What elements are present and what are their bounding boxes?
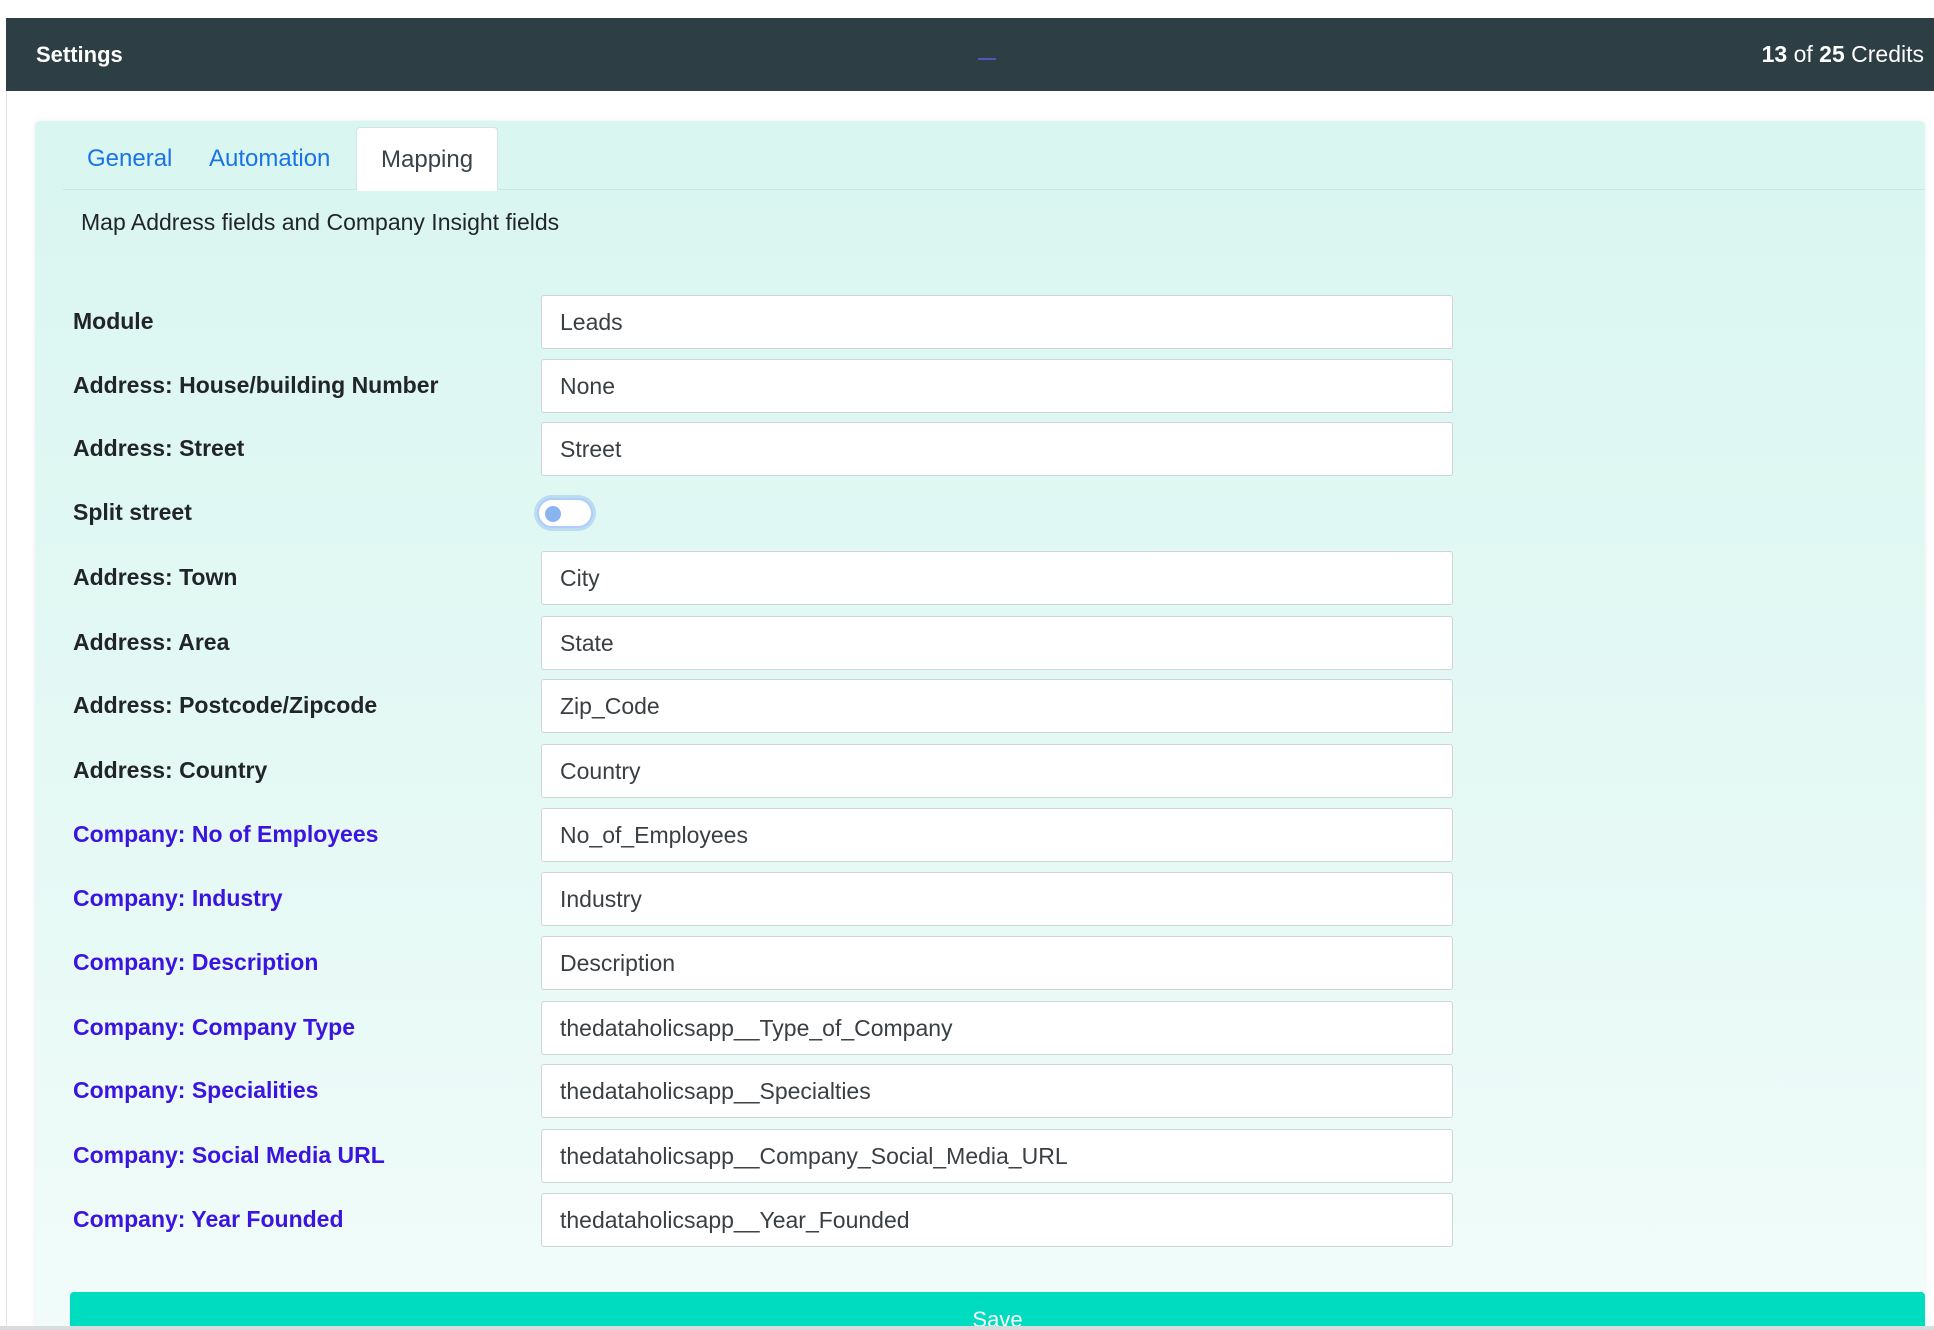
field-label: Company: Social Media URL	[73, 1142, 385, 1168]
form-row: Address: House/building Number None	[35, 357, 1925, 413]
field-label: Address: House/building Number	[73, 372, 439, 398]
split-street-toggle[interactable]	[537, 498, 593, 528]
form-row: Address: Town City	[35, 549, 1925, 605]
save-button[interactable]: Save	[70, 1292, 1925, 1330]
tab-mapping[interactable]: Mapping	[356, 127, 499, 191]
field-select[interactable]: None	[541, 359, 1453, 413]
field-label: Company: Description	[73, 949, 319, 975]
credits-total: 25	[1819, 41, 1845, 67]
field-label: Address: Area	[73, 629, 230, 655]
toggle-knob	[545, 506, 561, 522]
form-row: Company: Industry Industry	[35, 870, 1925, 926]
credits-label: Credits	[1851, 41, 1924, 67]
top-bar: Settings 13 of 25 Credits	[6, 18, 1934, 91]
field-select[interactable]: Description	[541, 936, 1453, 990]
field-label: Split street	[73, 499, 192, 525]
tab-general[interactable]: General	[63, 127, 196, 190]
credits-of: of	[1793, 41, 1813, 67]
form-row: Module Leads	[35, 293, 1925, 349]
form-row: Address: Country Country	[35, 742, 1925, 798]
field-select[interactable]: Industry	[541, 872, 1453, 926]
field-select[interactable]: No_of_Employees	[541, 808, 1453, 862]
form-row: Address: Postcode/Zipcode Zip_Code	[35, 677, 1925, 733]
form-row: Company: No of Employees No_of_Employees	[35, 806, 1925, 862]
form-row: Company: Year Founded thedataholicsapp__Y…	[35, 1191, 1925, 1247]
form-row: Company: Specialities thedataholicsapp__S…	[35, 1062, 1925, 1118]
field-label: Address: Town	[73, 564, 238, 590]
field-label: Address: Postcode/Zipcode	[73, 692, 378, 718]
field-label: Company: No of Employees	[73, 821, 379, 847]
field-select[interactable]: State	[541, 616, 1453, 670]
form-row: Address: Area State	[35, 614, 1925, 670]
form-row: Company: Company Type thedataholicsapp__T…	[35, 999, 1925, 1055]
field-select[interactable]: Street	[541, 422, 1453, 476]
field-select[interactable]: thedataholicsapp__Year_Founded	[541, 1193, 1453, 1247]
field-select[interactable]: thedataholicsapp__Specialties	[541, 1064, 1453, 1118]
header-link[interactable]	[978, 58, 996, 60]
field-label: Company: Specialities	[73, 1077, 319, 1103]
field-label: Address: Street	[73, 435, 245, 461]
page-title: Settings	[36, 41, 123, 67]
credits-indicator: 13 of 25 Credits	[1762, 41, 1934, 68]
form-row: Address: Street Street	[35, 420, 1925, 476]
tab-automation[interactable]: Automation	[185, 127, 354, 190]
form-row: Company: Description Description	[35, 934, 1925, 990]
field-label: Company: Company Type	[73, 1014, 355, 1040]
field-select[interactable]: Leads	[541, 295, 1453, 349]
form-row: Split street	[35, 484, 1925, 540]
field-label: Company: Year Founded	[73, 1206, 344, 1232]
form-row: Company: Social Media URL thedataholicsap…	[35, 1127, 1925, 1183]
field-select[interactable]: City	[541, 551, 1453, 605]
field-label: Company: Industry	[73, 885, 283, 911]
field-select[interactable]: thedataholicsapp__Type_of_Company	[541, 1001, 1453, 1055]
field-select[interactable]: Country	[541, 744, 1453, 798]
settings-card: General Automation Mapping Map Address f…	[35, 121, 1925, 1330]
page-divider	[6, 91, 7, 1330]
field-label: Module	[73, 308, 154, 334]
tab-bar: General Automation Mapping	[63, 127, 1925, 191]
field-label: Address: Country	[73, 757, 268, 783]
bottom-scrollbar[interactable]	[0, 1326, 1934, 1330]
field-select[interactable]: thedataholicsapp__Company_Social_Media_U…	[541, 1129, 1453, 1183]
field-select[interactable]: Zip_Code	[541, 679, 1453, 733]
credits-used: 13	[1761, 41, 1788, 67]
mapping-description: Map Address fields and Company Insight f…	[81, 209, 560, 235]
